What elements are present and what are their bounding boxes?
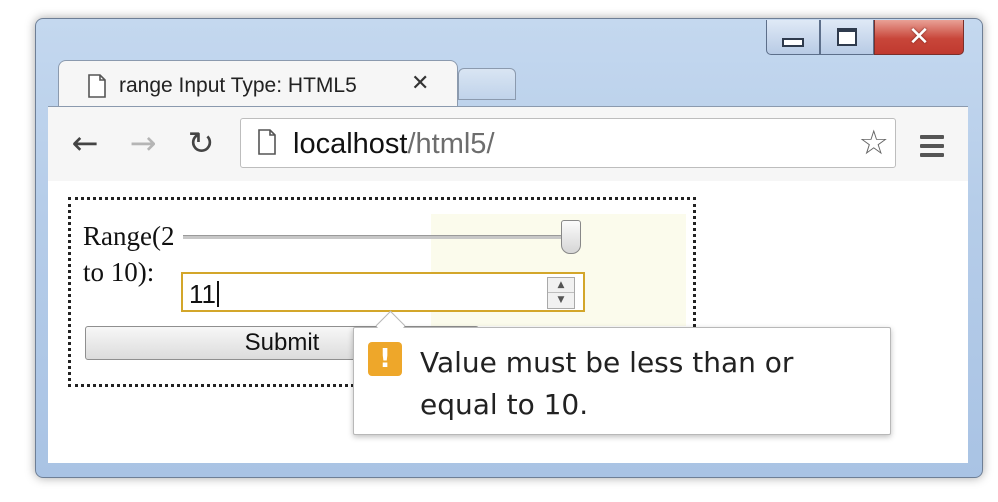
maximize-icon — [837, 28, 857, 46]
page-icon — [258, 129, 276, 155]
spin-down-icon[interactable]: ▼ — [548, 293, 574, 307]
url-path: /html5/ — [407, 128, 495, 160]
forward-button[interactable]: → — [124, 124, 162, 162]
close-window-button[interactable]: ✕ — [874, 20, 964, 55]
range-slider-track[interactable] — [183, 235, 581, 239]
minimize-button[interactable] — [766, 20, 820, 55]
forward-arrow-icon: → — [129, 124, 157, 162]
spin-up-icon[interactable]: ▲ — [548, 278, 574, 293]
range-slider-thumb[interactable] — [561, 220, 581, 254]
browser-toolbar: ← → ↻ localhost/html5/ ☆ — [48, 106, 968, 182]
text-caret — [217, 281, 219, 307]
url-text: localhost/html5/ — [293, 128, 495, 161]
tab-title: range Input Type: HTML5 — [119, 74, 357, 97]
warning-icon: ! — [368, 342, 402, 376]
menu-icon[interactable] — [920, 135, 944, 162]
number-input[interactable]: 11 ▲ ▼ — [181, 272, 585, 312]
new-tab-button[interactable] — [458, 68, 516, 100]
page-icon — [88, 74, 106, 98]
window-caption-buttons: ✕ — [766, 20, 964, 56]
bookmark-star-icon[interactable]: ☆ — [859, 123, 889, 163]
maximize-button[interactable] — [820, 20, 874, 55]
validation-message: Value must be less than or equal to 10. — [420, 346, 794, 421]
tab-close-icon[interactable]: ✕ — [411, 71, 429, 96]
reload-icon: ↻ — [187, 124, 215, 162]
close-icon: ✕ — [908, 22, 930, 52]
validation-bubble: ! Value must be less than or equal to 10… — [353, 310, 891, 435]
address-bar[interactable]: localhost/html5/ ☆ — [240, 118, 896, 168]
tab-active[interactable]: range Input Type: HTML5 ✕ — [58, 60, 458, 109]
url-host: localhost — [293, 128, 408, 160]
back-arrow-icon: ← — [71, 124, 99, 162]
range-label: Range(2 to 10): — [83, 221, 175, 287]
back-button[interactable]: ← — [66, 124, 104, 162]
reload-button[interactable]: ↻ — [182, 124, 220, 162]
minimize-icon — [782, 37, 804, 47]
number-spinner[interactable]: ▲ ▼ — [547, 277, 575, 309]
number-input-value: 11 — [189, 279, 216, 309]
